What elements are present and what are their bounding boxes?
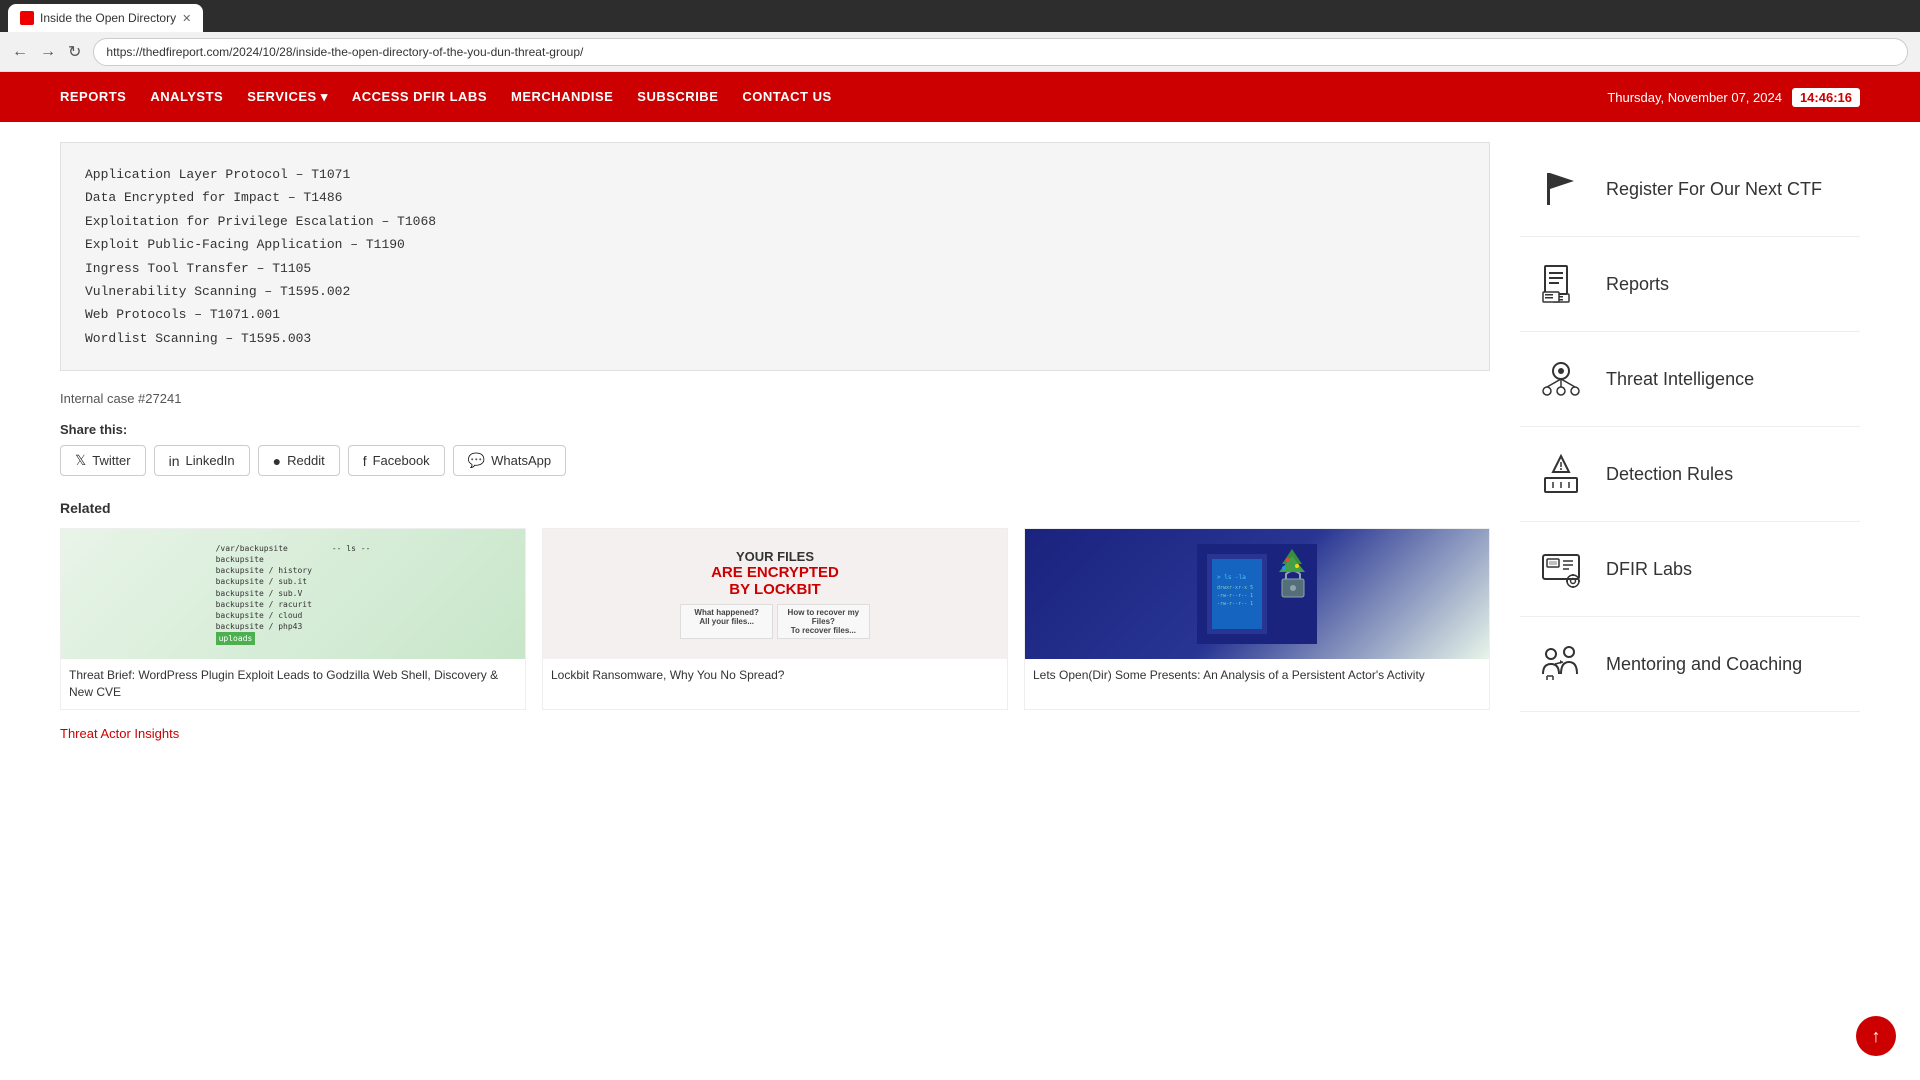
related-card-2[interactable]: YOUR FILES ARE ENCRYPTEDBY LOCKBIT What …	[542, 528, 1008, 710]
related-card-1-image: /var/backupsite-- ls -- backupsite backu…	[61, 529, 525, 659]
code-line-1: Application Layer Protocol – T1071	[85, 163, 1465, 186]
nav-contact-us[interactable]: CONTACT US	[742, 89, 831, 105]
sidebar-item-threat-intel[interactable]: Threat Intelligence	[1520, 332, 1860, 427]
facebook-icon: f	[363, 453, 367, 469]
refresh-button[interactable]: ↻	[68, 42, 81, 62]
related-section: Related /var/backupsite-- ls -- backupsi…	[60, 500, 1490, 741]
related-card-3-image: > ls -la drwxr-xr-x 5 -rw-r--r-- 1 -rw-r…	[1025, 529, 1489, 659]
nav-subscribe[interactable]: SUBSCRIBE	[637, 89, 718, 105]
code-line-5: Ingress Tool Transfer – T1105	[85, 257, 1465, 280]
code-line-4: Exploit Public-Facing Application – T119…	[85, 233, 1465, 256]
tab-close-button[interactable]: ✕	[182, 12, 191, 25]
facebook-share-button[interactable]: f Facebook	[348, 445, 445, 476]
code-block: Application Layer Protocol – T1071 Data …	[60, 142, 1490, 371]
sidebar: Register For Our Next CTF Reports	[1520, 142, 1860, 741]
svg-text:-rw-r--r-- 1: -rw-r--r-- 1	[1217, 593, 1253, 599]
tab-title: Inside the Open Directory	[40, 11, 176, 25]
threat-intel-icon	[1536, 354, 1586, 404]
code-line-8: Wordlist Scanning – T1595.003	[85, 327, 1465, 350]
sidebar-ctf-label: Register For Our Next CTF	[1606, 179, 1822, 200]
nav-clock: 14:46:16	[1792, 88, 1860, 107]
sidebar-mentoring-label: Mentoring and Coaching	[1606, 654, 1802, 675]
sidebar-item-reports[interactable]: Reports	[1520, 237, 1860, 332]
nav-date: Thursday, November 07, 2024	[1607, 90, 1782, 105]
twitter-icon: 𝕏	[75, 452, 86, 469]
sidebar-reports-label: Reports	[1606, 274, 1669, 295]
nav-access-dfir-labs[interactable]: ACCESS DFIR LABS	[352, 89, 487, 105]
reddit-share-button[interactable]: ● Reddit	[258, 445, 340, 476]
related-card-3[interactable]: > ls -la drwxr-xr-x 5 -rw-r--r-- 1 -rw-r…	[1024, 528, 1490, 710]
related-card-2-title: Lockbit Ransomware, Why You No Spread?	[543, 659, 1007, 692]
sidebar-dfir-labs-label: DFIR Labs	[1606, 559, 1692, 580]
code-line-2: Data Encrypted for Impact – T1486	[85, 186, 1465, 209]
sidebar-detection-rules-label: Detection Rules	[1606, 464, 1733, 485]
reports-icon	[1536, 259, 1586, 309]
dfir-labs-icon	[1536, 544, 1586, 594]
nav-services[interactable]: SERVICES ▾	[247, 89, 328, 105]
address-input[interactable]	[93, 38, 1908, 66]
linkedin-share-button[interactable]: in LinkedIn	[154, 445, 250, 476]
tab-favicon	[20, 11, 34, 25]
forward-button[interactable]: →	[40, 43, 56, 61]
mentoring-icon	[1536, 639, 1586, 689]
related-card-3-title: Lets Open(Dir) Some Presents: An Analysi…	[1025, 659, 1489, 692]
nav-time: Thursday, November 07, 2024 14:46:16	[1607, 88, 1860, 107]
sidebar-item-detection-rules[interactable]: Detection Rules	[1520, 427, 1860, 522]
code-line-7: Web Protocols – T1071.001	[85, 303, 1465, 326]
related-card-1-title: Threat Brief: WordPress Plugin Exploit L…	[61, 659, 525, 709]
share-label: Share this:	[60, 422, 1490, 437]
site-nav: REPORTS ANALYSTS SERVICES ▾ ACCESS DFIR …	[0, 72, 1920, 122]
back-button[interactable]: ←	[12, 43, 28, 61]
related-card-2-image: YOUR FILES ARE ENCRYPTEDBY LOCKBIT What …	[543, 529, 1007, 659]
code-line-6: Vulnerability Scanning – T1595.002	[85, 280, 1465, 303]
svg-text:> ls -la: > ls -la	[1217, 574, 1246, 581]
sidebar-threat-intel-label: Threat Intelligence	[1606, 369, 1754, 390]
related-card-1[interactable]: /var/backupsite-- ls -- backupsite backu…	[60, 528, 526, 710]
twitter-share-button[interactable]: 𝕏 Twitter	[60, 445, 146, 476]
nav-merchandise[interactable]: MERCHANDISE	[511, 89, 613, 105]
scroll-to-top-button[interactable]: ↑	[1856, 1016, 1896, 1056]
reddit-icon: ●	[273, 453, 281, 469]
detection-rules-icon	[1536, 449, 1586, 499]
related-label: Related	[60, 500, 1490, 516]
nav-analysts[interactable]: ANALYSTS	[150, 89, 223, 105]
whatsapp-icon: 💬	[468, 452, 485, 469]
nav-links: REPORTS ANALYSTS SERVICES ▾ ACCESS DFIR …	[60, 89, 832, 105]
content-area: Application Layer Protocol – T1071 Data …	[60, 142, 1490, 741]
sidebar-item-dfir-labs[interactable]: DFIR Labs	[1520, 522, 1860, 617]
svg-text:-rw-r--r-- 1: -rw-r--r-- 1	[1217, 601, 1253, 607]
related-grid: /var/backupsite-- ls -- backupsite backu…	[60, 528, 1490, 710]
linkedin-icon: in	[169, 453, 180, 469]
share-section: Share this: 𝕏 Twitter in LinkedIn ● Redd…	[60, 422, 1490, 476]
share-buttons: 𝕏 Twitter in LinkedIn ● Reddit f Faceboo…	[60, 445, 1490, 476]
svg-text:drwxr-xr-x 5: drwxr-xr-x 5	[1217, 585, 1253, 591]
flag-icon	[1536, 164, 1586, 214]
whatsapp-share-button[interactable]: 💬 WhatsApp	[453, 445, 566, 476]
internal-case: Internal case #27241	[60, 391, 1490, 406]
sidebar-item-ctf[interactable]: Register For Our Next CTF	[1520, 142, 1860, 237]
code-line-3: Exploitation for Privilege Escalation – …	[85, 210, 1465, 233]
nav-reports[interactable]: REPORTS	[60, 89, 126, 105]
threat-actor-link[interactable]: Threat Actor Insights	[60, 726, 179, 741]
sidebar-item-mentoring[interactable]: Mentoring and Coaching	[1520, 617, 1860, 712]
